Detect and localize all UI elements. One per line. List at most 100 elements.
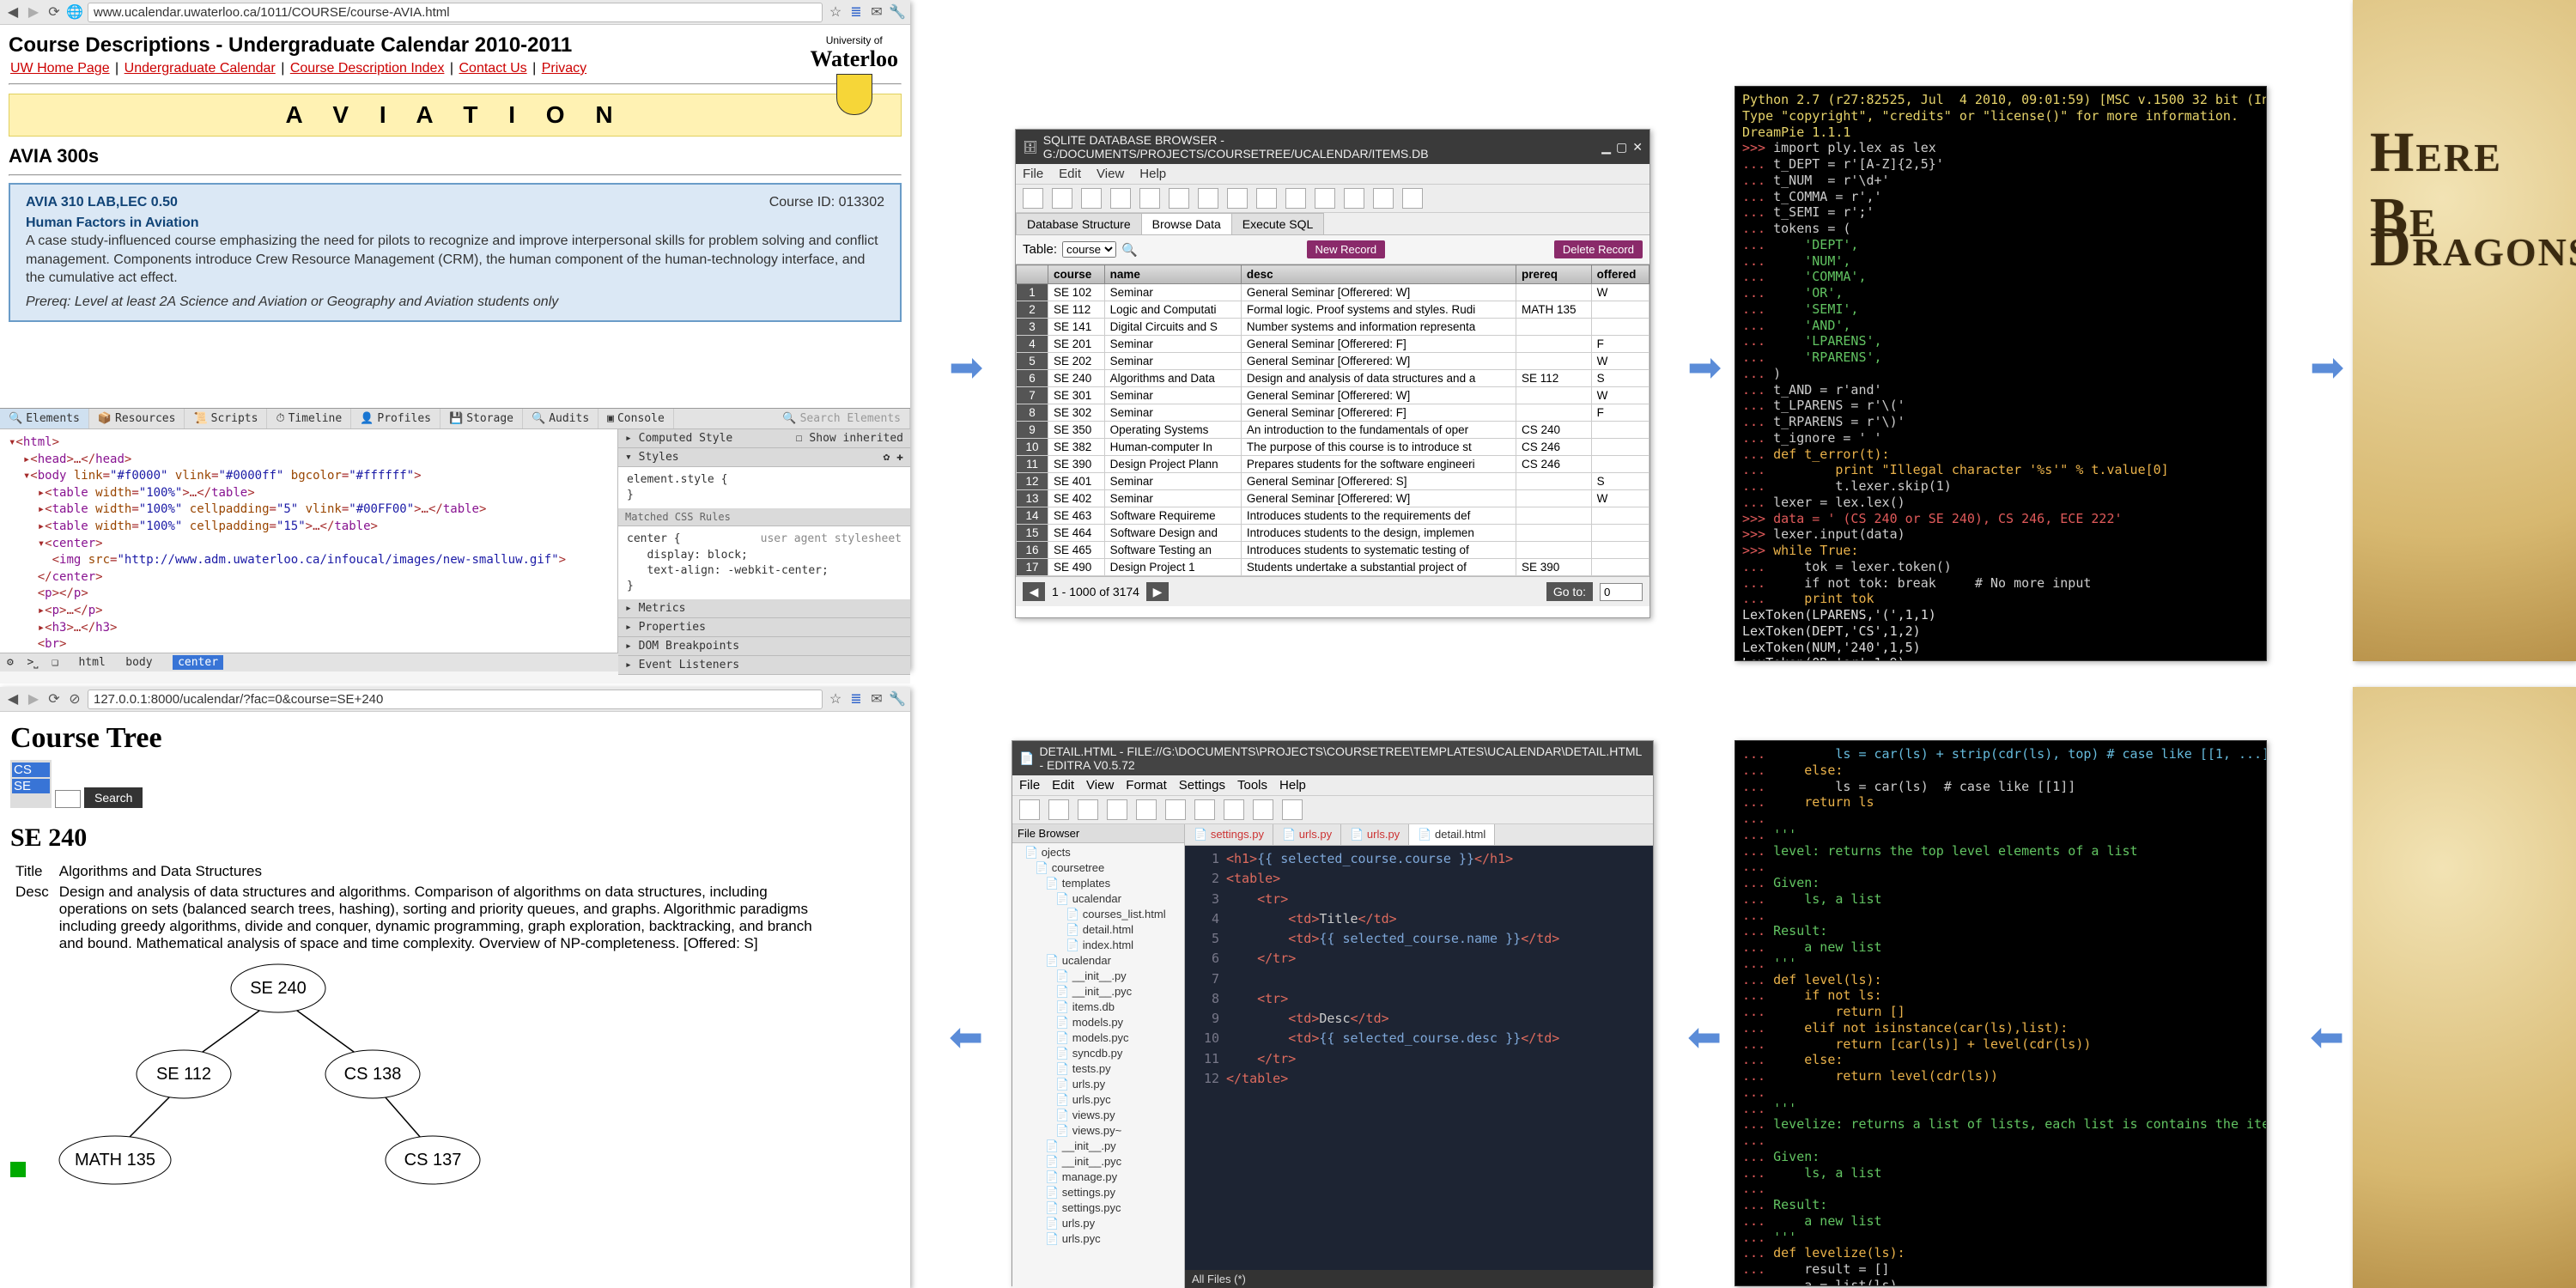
min-icon[interactable]: ▁: [1601, 140, 1611, 155]
mail-icon[interactable]: ✉: [869, 4, 884, 20]
toolbar-icon[interactable]: [1048, 799, 1069, 820]
tab-urls-1[interactable]: 📄 urls.py: [1273, 824, 1341, 845]
link-contact[interactable]: Contact Us: [459, 61, 527, 76]
toolbar-icon[interactable]: [1194, 799, 1215, 820]
toolbar-icon[interactable]: [1253, 799, 1273, 820]
tab-urls-2[interactable]: 📄 urls.py: [1341, 824, 1409, 845]
file-tree[interactable]: File Browser 📄 ojects📄 coursetree📄 templ…: [1012, 824, 1185, 1288]
devtools: 🔍 Elements 📦 Resources 📜 Scripts ⏱ Timel…: [0, 408, 910, 683]
faculty-select[interactable]: CSSE: [10, 760, 52, 808]
link-privacy[interactable]: Privacy: [542, 61, 586, 76]
toolbar-icon[interactable]: [1282, 799, 1303, 820]
toolbar-icon[interactable]: [1402, 188, 1423, 209]
forward-icon[interactable]: ▶: [26, 4, 41, 20]
toolbar-icon[interactable]: [1052, 188, 1072, 209]
mail-icon[interactable]: ✉: [869, 691, 884, 707]
tab-settings[interactable]: 📄 settings.py: [1185, 824, 1273, 845]
toolbar-icon[interactable]: [1081, 188, 1102, 209]
filter-icon[interactable]: 🔍: [1121, 242, 1138, 258]
reload-icon[interactable]: ⟳: [46, 691, 62, 707]
tab-structure[interactable]: Database Structure: [1016, 213, 1142, 234]
tab-elements[interactable]: 🔍 Elements: [0, 409, 89, 428]
editor-tabs: 📄 settings.py 📄 urls.py 📄 urls.py 📄 deta…: [1185, 824, 1653, 846]
tab-scripts[interactable]: 📜 Scripts: [185, 409, 267, 428]
toolbar-icon[interactable]: [1078, 799, 1098, 820]
menubar[interactable]: FileEditViewFormatSettingsToolsHelp: [1012, 775, 1653, 796]
tab-audits[interactable]: 🔍 Audits: [523, 409, 598, 428]
toolbar-icon[interactable]: [1227, 188, 1248, 209]
tab-resources[interactable]: 📦 Resources: [89, 409, 185, 428]
menu-icon[interactable]: ≣: [848, 4, 864, 20]
link-calendar[interactable]: Undergraduate Calendar: [125, 61, 276, 76]
toolbar-icon[interactable]: [1198, 188, 1218, 209]
sec-metrics[interactable]: ▸ Metrics: [618, 599, 910, 618]
sec-dom-bp[interactable]: ▸ DOM Breakpoints: [618, 637, 910, 656]
toolbar[interactable]: [1016, 185, 1649, 213]
close-icon[interactable]: ✕: [1632, 140, 1643, 155]
uw-logo: University of Waterloo: [810, 34, 898, 115]
wrench-icon[interactable]: 🔧: [890, 691, 905, 707]
svg-text:SE 240: SE 240: [251, 979, 307, 998]
arrow-left-icon: ⬅: [1687, 1013, 1722, 1061]
next-page-button[interactable]: ▶: [1146, 582, 1169, 601]
dom-tree[interactable]: ▾<html> ▸<head>…</head> ▾<body link="#f0…: [0, 429, 617, 653]
star-icon[interactable]: ☆: [828, 691, 843, 707]
sec-properties[interactable]: ▸ Properties: [618, 618, 910, 637]
star-icon[interactable]: ☆: [828, 4, 843, 20]
search-elements[interactable]: 🔍 Search Elements: [774, 409, 910, 428]
tab-storage[interactable]: 💾 Storage: [440, 409, 523, 428]
toolbar-icon[interactable]: [1224, 799, 1244, 820]
toolbar-icon[interactable]: [1136, 799, 1157, 820]
link-uw-home[interactable]: UW Home Page: [10, 61, 110, 76]
address-bar[interactable]: www.ucalendar.uwaterloo.ca/1011/COURSE/c…: [88, 3, 823, 22]
sec-computed[interactable]: ▸ Computed Style ☐ Show inherited: [618, 429, 910, 448]
element-style[interactable]: element.style { }: [618, 467, 910, 508]
sec-styles[interactable]: ▾ Styles ✿ ✚: [618, 448, 910, 467]
toolbar-icon[interactable]: [1344, 188, 1364, 209]
menu-icon[interactable]: ≣: [848, 691, 864, 707]
new-record-button[interactable]: New Record: [1307, 240, 1386, 258]
reload-icon[interactable]: ⟳: [46, 4, 62, 20]
toolbar-icon[interactable]: [1373, 188, 1394, 209]
link-course-index[interactable]: Course Description Index: [290, 61, 445, 76]
prev-page-button[interactable]: ◀: [1023, 582, 1045, 601]
data-table[interactable]: coursenamedescprereqoffered 1SE 102Semin…: [1016, 264, 1649, 576]
table-select[interactable]: course: [1062, 241, 1116, 258]
toolbar-icon[interactable]: [1165, 799, 1186, 820]
toolbar-icon[interactable]: [1256, 188, 1277, 209]
back-icon[interactable]: ◀: [5, 4, 21, 20]
toolbar-icon[interactable]: [1023, 188, 1043, 209]
lisp-repl[interactable]: ... ls = car(ls) + strip(cdr(ls), top) #…: [1735, 740, 2267, 1286]
toolbar[interactable]: [1012, 796, 1653, 824]
menubar[interactable]: FileEdit ViewHelp: [1016, 164, 1649, 185]
toolbar-icon[interactable]: [1107, 799, 1127, 820]
toolbar-icon[interactable]: [1285, 188, 1306, 209]
tab-profiles[interactable]: 👤 Profiles: [351, 409, 440, 428]
python-repl[interactable]: Python 2.7 (r27:82525, Jul 4 2010, 09:01…: [1735, 86, 2267, 661]
tab-timeline[interactable]: ⏱ Timeline: [267, 409, 351, 428]
browser-localhost: ◀ ▶ ⟳ ⊘ 127.0.0.1:8000/ucalendar/?fac=0&…: [0, 687, 910, 1288]
toolbar-icon[interactable]: [1110, 188, 1131, 209]
tab-sql[interactable]: Execute SQL: [1231, 213, 1325, 234]
toolbar-icon[interactable]: [1169, 188, 1189, 209]
tab-console[interactable]: ▣ Console: [598, 409, 674, 428]
section-heading: AVIA 300s: [9, 145, 902, 167]
rule-header: Matched CSS Rules: [618, 508, 910, 526]
goto-input[interactable]: [1600, 583, 1643, 601]
tab-browse[interactable]: Browse Data: [1141, 213, 1232, 234]
wrench-icon[interactable]: 🔧: [890, 4, 905, 20]
forward-icon[interactable]: ▶: [26, 691, 41, 707]
toolbar-icon[interactable]: [1139, 188, 1160, 209]
toolbar-icon[interactable]: [1019, 799, 1040, 820]
toolbar-icon[interactable]: [1315, 188, 1335, 209]
max-icon[interactable]: ▢: [1616, 140, 1627, 155]
css-rule[interactable]: user agent stylesheetcenter { display: b…: [618, 526, 910, 599]
search-button[interactable]: Search: [84, 787, 143, 808]
tab-detail[interactable]: 📄 detail.html: [1409, 824, 1495, 845]
sec-events[interactable]: ▸ Event Listeners: [618, 656, 910, 675]
course-input[interactable]: [55, 790, 81, 808]
delete-record-button[interactable]: Delete Record: [1554, 240, 1643, 258]
code-area[interactable]: 123456789101112 <h1>{{ selected_course.c…: [1185, 846, 1653, 1270]
address-bar[interactable]: 127.0.0.1:8000/ucalendar/?fac=0&course=S…: [88, 690, 823, 709]
back-icon[interactable]: ◀: [5, 691, 21, 707]
